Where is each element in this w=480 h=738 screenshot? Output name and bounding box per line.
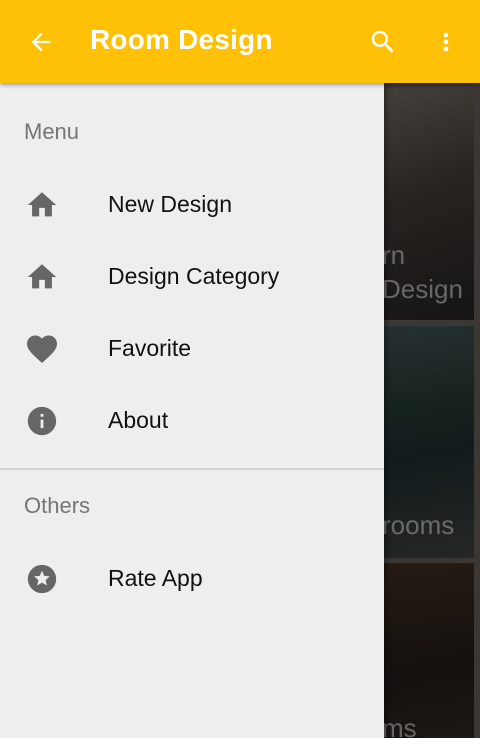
app-title: Room Design: [90, 24, 273, 55]
drawer-item-favorite[interactable]: Favorite: [0, 319, 384, 379]
navigation-drawer: Menu New Design Design Category Favorite…: [0, 83, 384, 738]
drawer-divider: [0, 468, 384, 470]
menu-section-title: Menu: [24, 119, 80, 144]
others-section-title: Others: [24, 493, 91, 518]
arrow-back-icon: [31, 32, 51, 52]
drawer-item-design-category[interactable]: Design Category: [0, 247, 384, 307]
drawer-item-rate-app[interactable]: Rate App: [0, 549, 384, 609]
more-vert-icon: [443, 32, 449, 52]
home-icon: [24, 260, 60, 294]
drawer-item-label: Favorite: [108, 335, 192, 361]
info-icon: [24, 404, 60, 438]
drawer-item-about[interactable]: About: [0, 391, 384, 451]
drawer-item-label: New Design: [108, 191, 232, 217]
drawer-item-label: Design Category: [108, 263, 280, 289]
drawer-item-label: About: [108, 407, 169, 433]
drawer-item-new-design[interactable]: New Design: [0, 175, 384, 235]
heart-icon: [24, 332, 60, 366]
star-circle-icon: [24, 562, 60, 596]
search-button[interactable]: [362, 21, 404, 63]
more-options-button[interactable]: [428, 21, 464, 63]
back-button[interactable]: [20, 21, 62, 63]
app-bar: Room Design: [0, 0, 480, 83]
search-icon: [371, 30, 394, 53]
home-icon: [24, 188, 60, 222]
drawer-item-label: Rate App: [108, 565, 203, 591]
